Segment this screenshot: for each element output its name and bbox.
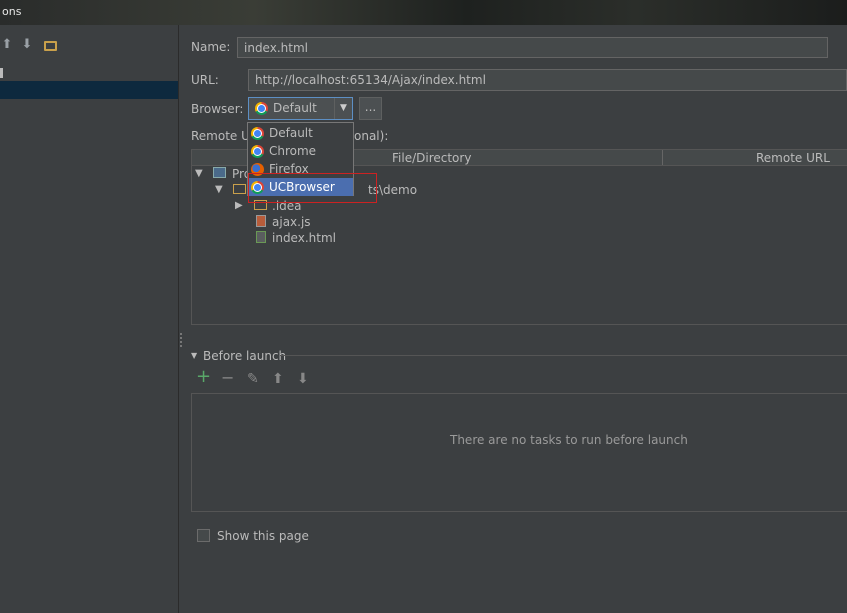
browser-option-label: Chrome bbox=[269, 144, 317, 158]
before-launch-title[interactable]: Before launch bbox=[203, 349, 286, 363]
configurations-panel bbox=[0, 25, 179, 613]
splitter-handle[interactable] bbox=[180, 333, 186, 347]
remote-urls-label-tail: onal): bbox=[354, 129, 389, 143]
show-page-checkbox[interactable] bbox=[197, 529, 210, 542]
edit-icon[interactable]: ✎ bbox=[247, 372, 259, 386]
browser-combobox[interactable]: Default ▼ bbox=[248, 97, 353, 120]
tree-node-marker bbox=[0, 68, 3, 78]
column-remote-url[interactable]: Remote URL bbox=[756, 151, 830, 165]
highlight-box bbox=[248, 173, 377, 203]
browser-option-label: Default bbox=[269, 126, 313, 140]
name-label: Name: bbox=[191, 40, 231, 54]
column-divider[interactable] bbox=[662, 150, 663, 165]
tree-ajax-label: ajax.js bbox=[272, 215, 311, 229]
arrow-down-icon[interactable]: ⬇ bbox=[20, 38, 34, 52]
browse-button[interactable]: ... bbox=[359, 97, 382, 120]
expand-arrow-icon[interactable]: ▼ bbox=[195, 168, 203, 179]
show-page-label[interactable]: Show this page bbox=[217, 529, 309, 543]
chevron-down-icon[interactable]: ▼ bbox=[334, 98, 352, 119]
arrow-up-icon[interactable]: ⬆ bbox=[0, 38, 14, 52]
tree-index-label: index.html bbox=[272, 231, 336, 245]
url-input[interactable]: http://localhost:65134/Ajax/index.html bbox=[248, 69, 847, 91]
html-file-icon bbox=[256, 231, 266, 243]
chrome-icon bbox=[251, 127, 264, 140]
chrome-icon bbox=[255, 102, 268, 115]
expand-arrow-icon[interactable]: ▼ bbox=[215, 184, 223, 195]
remove-icon[interactable]: − bbox=[221, 370, 234, 386]
url-label: URL: bbox=[191, 73, 219, 87]
title-bar bbox=[0, 0, 847, 25]
collapse-arrow-icon[interactable]: ▶ bbox=[235, 200, 243, 211]
folder-icon[interactable] bbox=[44, 41, 57, 51]
column-file-directory[interactable]: File/Directory bbox=[392, 151, 471, 165]
separator-line bbox=[280, 355, 847, 356]
js-file-icon bbox=[256, 215, 266, 227]
browser-option-chrome[interactable]: Chrome bbox=[248, 142, 353, 160]
add-icon[interactable]: + bbox=[196, 368, 211, 386]
window-title: ons bbox=[2, 5, 22, 18]
move-up-icon[interactable]: ⬆ bbox=[272, 372, 284, 386]
browser-selected-value: Default bbox=[273, 101, 317, 115]
selected-configuration-row[interactable] bbox=[0, 81, 178, 99]
move-down-icon[interactable]: ⬇ bbox=[297, 372, 309, 386]
before-launch-task-list[interactable]: There are no tasks to run before launch bbox=[191, 393, 847, 512]
browser-option-default[interactable]: Default bbox=[248, 124, 353, 142]
folder-icon bbox=[233, 184, 246, 194]
browser-label: Browser: bbox=[191, 102, 244, 116]
chrome-icon bbox=[251, 145, 264, 158]
project-icon bbox=[213, 167, 226, 178]
empty-tasks-text: There are no tasks to run before launch bbox=[450, 433, 688, 447]
collapse-arrow-icon[interactable]: ▼ bbox=[191, 351, 197, 360]
name-input[interactable]: index.html bbox=[237, 37, 828, 58]
